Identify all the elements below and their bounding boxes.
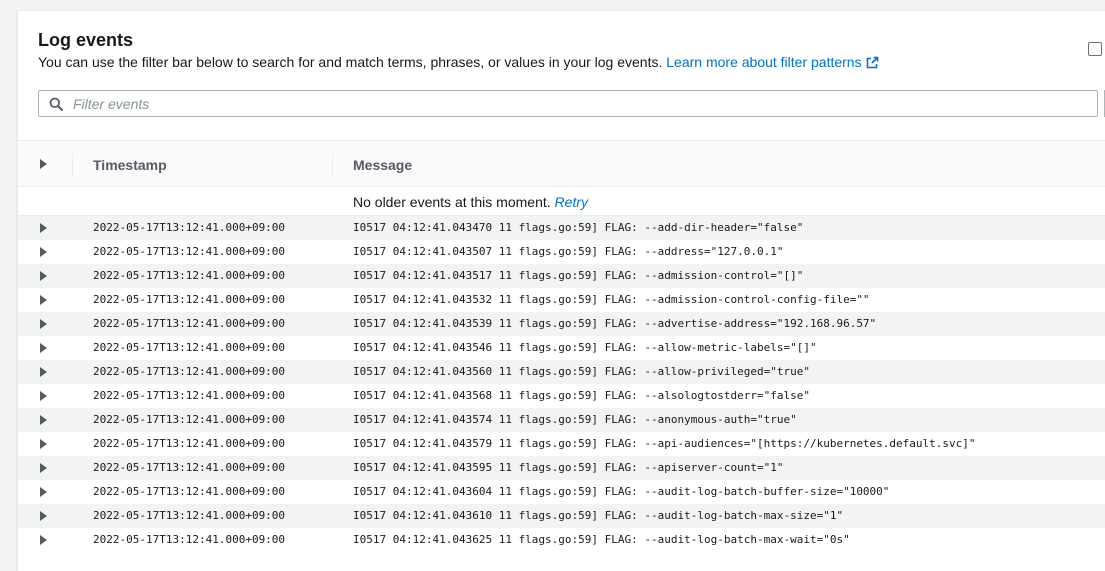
filter-bar bbox=[38, 90, 1098, 117]
table-row[interactable]: 2022-05-17T13:12:41.000+09:00 I0517 04:12… bbox=[18, 432, 1105, 456]
row-message: I0517 04:12:41.043539 11 flags.go:59] FL… bbox=[353, 317, 877, 330]
column-header-timestamp[interactable]: Timestamp bbox=[93, 157, 167, 173]
row-timestamp: 2022-05-17T13:12:41.000+09:00 bbox=[93, 317, 286, 330]
row-timestamp: 2022-05-17T13:12:41.000+09:00 bbox=[93, 221, 286, 234]
table-row[interactable]: 2022-05-17T13:12:41.000+09:00 I0517 04:12… bbox=[18, 312, 1105, 336]
row-timestamp: 2022-05-17T13:12:41.000+09:00 bbox=[93, 461, 286, 474]
row-message: I0517 04:12:41.043560 11 flags.go:59] FL… bbox=[353, 365, 810, 378]
table-row[interactable]: 2022-05-17T13:12:41.000+09:00 I0517 04:12… bbox=[18, 456, 1105, 480]
caret-right-icon[interactable] bbox=[40, 319, 47, 329]
row-message: I0517 04:12:41.043610 11 flags.go:59] FL… bbox=[353, 509, 844, 522]
caret-right-icon[interactable] bbox=[40, 271, 47, 281]
table-row[interactable]: 2022-05-17T13:12:41.000+09:00 I0517 04:12… bbox=[18, 264, 1105, 288]
table-row[interactable]: 2022-05-17T13:12:41.000+09:00 I0517 04:12… bbox=[18, 288, 1105, 312]
log-events-panel: Log events You can use the filter bar be… bbox=[17, 10, 1105, 571]
row-timestamp: 2022-05-17T13:12:41.000+09:00 bbox=[93, 341, 286, 354]
table-row[interactable]: 2022-05-17T13:12:41.000+09:00 I0517 04:12… bbox=[18, 408, 1105, 432]
row-message: I0517 04:12:41.043507 11 flags.go:59] FL… bbox=[353, 245, 784, 258]
caret-right-icon[interactable] bbox=[40, 247, 47, 257]
description-text: You can use the filter bar below to sear… bbox=[38, 54, 663, 70]
row-message: I0517 04:12:41.043532 11 flags.go:59] FL… bbox=[353, 293, 870, 306]
column-header-message[interactable]: Message bbox=[353, 157, 412, 173]
row-message: I0517 04:12:41.043517 11 flags.go:59] FL… bbox=[353, 269, 804, 282]
caret-right-icon[interactable] bbox=[40, 223, 47, 233]
caret-right-icon[interactable] bbox=[40, 463, 47, 473]
log-events-table: Timestamp Message No older events at thi… bbox=[18, 140, 1105, 552]
row-message: I0517 04:12:41.043546 11 flags.go:59] FL… bbox=[353, 341, 817, 354]
log-rows: 2022-05-17T13:12:41.000+09:00 I0517 04:12… bbox=[18, 216, 1105, 552]
table-row[interactable]: 2022-05-17T13:12:41.000+09:00 I0517 04:12… bbox=[18, 384, 1105, 408]
row-timestamp: 2022-05-17T13:12:41.000+09:00 bbox=[93, 389, 286, 402]
table-row[interactable]: 2022-05-17T13:12:41.000+09:00 I0517 04:12… bbox=[18, 360, 1105, 384]
table-row[interactable]: 2022-05-17T13:12:41.000+09:00 I0517 04:12… bbox=[18, 480, 1105, 504]
row-timestamp: 2022-05-17T13:12:41.000+09:00 bbox=[93, 269, 286, 282]
caret-right-icon[interactable] bbox=[40, 487, 47, 497]
table-row[interactable]: 2022-05-17T13:12:41.000+09:00 I0517 04:12… bbox=[18, 528, 1105, 552]
row-message: I0517 04:12:41.043574 11 flags.go:59] FL… bbox=[353, 413, 797, 426]
row-timestamp: 2022-05-17T13:12:41.000+09:00 bbox=[93, 245, 286, 258]
row-message: I0517 04:12:41.043579 11 flags.go:59] FL… bbox=[353, 437, 976, 450]
column-divider bbox=[332, 153, 333, 177]
row-message: I0517 04:12:41.043568 11 flags.go:59] FL… bbox=[353, 389, 810, 402]
table-row[interactable]: 2022-05-17T13:12:41.000+09:00 I0517 04:12… bbox=[18, 336, 1105, 360]
table-header: Timestamp Message bbox=[18, 140, 1105, 187]
row-timestamp: 2022-05-17T13:12:41.000+09:00 bbox=[93, 413, 286, 426]
row-message: I0517 04:12:41.043595 11 flags.go:59] FL… bbox=[353, 461, 784, 474]
caret-right-icon[interactable] bbox=[40, 343, 47, 353]
notice-message: No older events at this moment. Retry bbox=[353, 194, 588, 210]
filter-events-input[interactable] bbox=[73, 94, 1073, 113]
row-timestamp: 2022-05-17T13:12:41.000+09:00 bbox=[93, 365, 286, 378]
row-timestamp: 2022-05-17T13:12:41.000+09:00 bbox=[93, 485, 286, 498]
row-message: I0517 04:12:41.043625 11 flags.go:59] FL… bbox=[353, 533, 850, 546]
caret-right-icon[interactable] bbox=[40, 367, 47, 377]
caret-right-icon[interactable] bbox=[40, 511, 47, 521]
caret-right-icon[interactable] bbox=[40, 295, 47, 305]
row-timestamp: 2022-05-17T13:12:41.000+09:00 bbox=[93, 533, 286, 546]
notice-text: No older events at this moment. bbox=[353, 194, 551, 210]
row-timestamp: 2022-05-17T13:12:41.000+09:00 bbox=[93, 293, 286, 306]
row-message: I0517 04:12:41.043470 11 flags.go:59] FL… bbox=[353, 221, 804, 234]
external-link-icon bbox=[866, 54, 879, 74]
log-events-header: Log events You can use the filter bar be… bbox=[38, 29, 879, 74]
row-timestamp: 2022-05-17T13:12:41.000+09:00 bbox=[93, 509, 286, 522]
caret-right-icon[interactable] bbox=[40, 535, 47, 545]
table-row[interactable]: 2022-05-17T13:12:41.000+09:00 I0517 04:12… bbox=[18, 504, 1105, 528]
row-message: I0517 04:12:41.043604 11 flags.go:59] FL… bbox=[353, 485, 890, 498]
header-checkbox[interactable] bbox=[1088, 42, 1102, 56]
expand-all-icon[interactable] bbox=[40, 159, 47, 169]
learn-more-link[interactable]: Learn more about filter patterns bbox=[666, 54, 878, 70]
page-title: Log events bbox=[38, 30, 134, 50]
older-events-notice: No older events at this moment. Retry bbox=[18, 187, 1105, 216]
caret-right-icon[interactable] bbox=[40, 439, 47, 449]
caret-right-icon[interactable] bbox=[40, 415, 47, 425]
column-divider bbox=[72, 153, 73, 177]
table-row[interactable]: 2022-05-17T13:12:41.000+09:00 I0517 04:12… bbox=[18, 240, 1105, 264]
description: You can use the filter bar below to sear… bbox=[38, 52, 879, 74]
row-timestamp: 2022-05-17T13:12:41.000+09:00 bbox=[93, 437, 286, 450]
learn-more-label: Learn more about filter patterns bbox=[666, 54, 862, 70]
retry-link[interactable]: Retry bbox=[555, 194, 588, 210]
caret-right-icon[interactable] bbox=[40, 391, 47, 401]
table-row[interactable]: 2022-05-17T13:12:41.000+09:00 I0517 04:12… bbox=[18, 216, 1105, 240]
search-icon bbox=[49, 97, 63, 116]
